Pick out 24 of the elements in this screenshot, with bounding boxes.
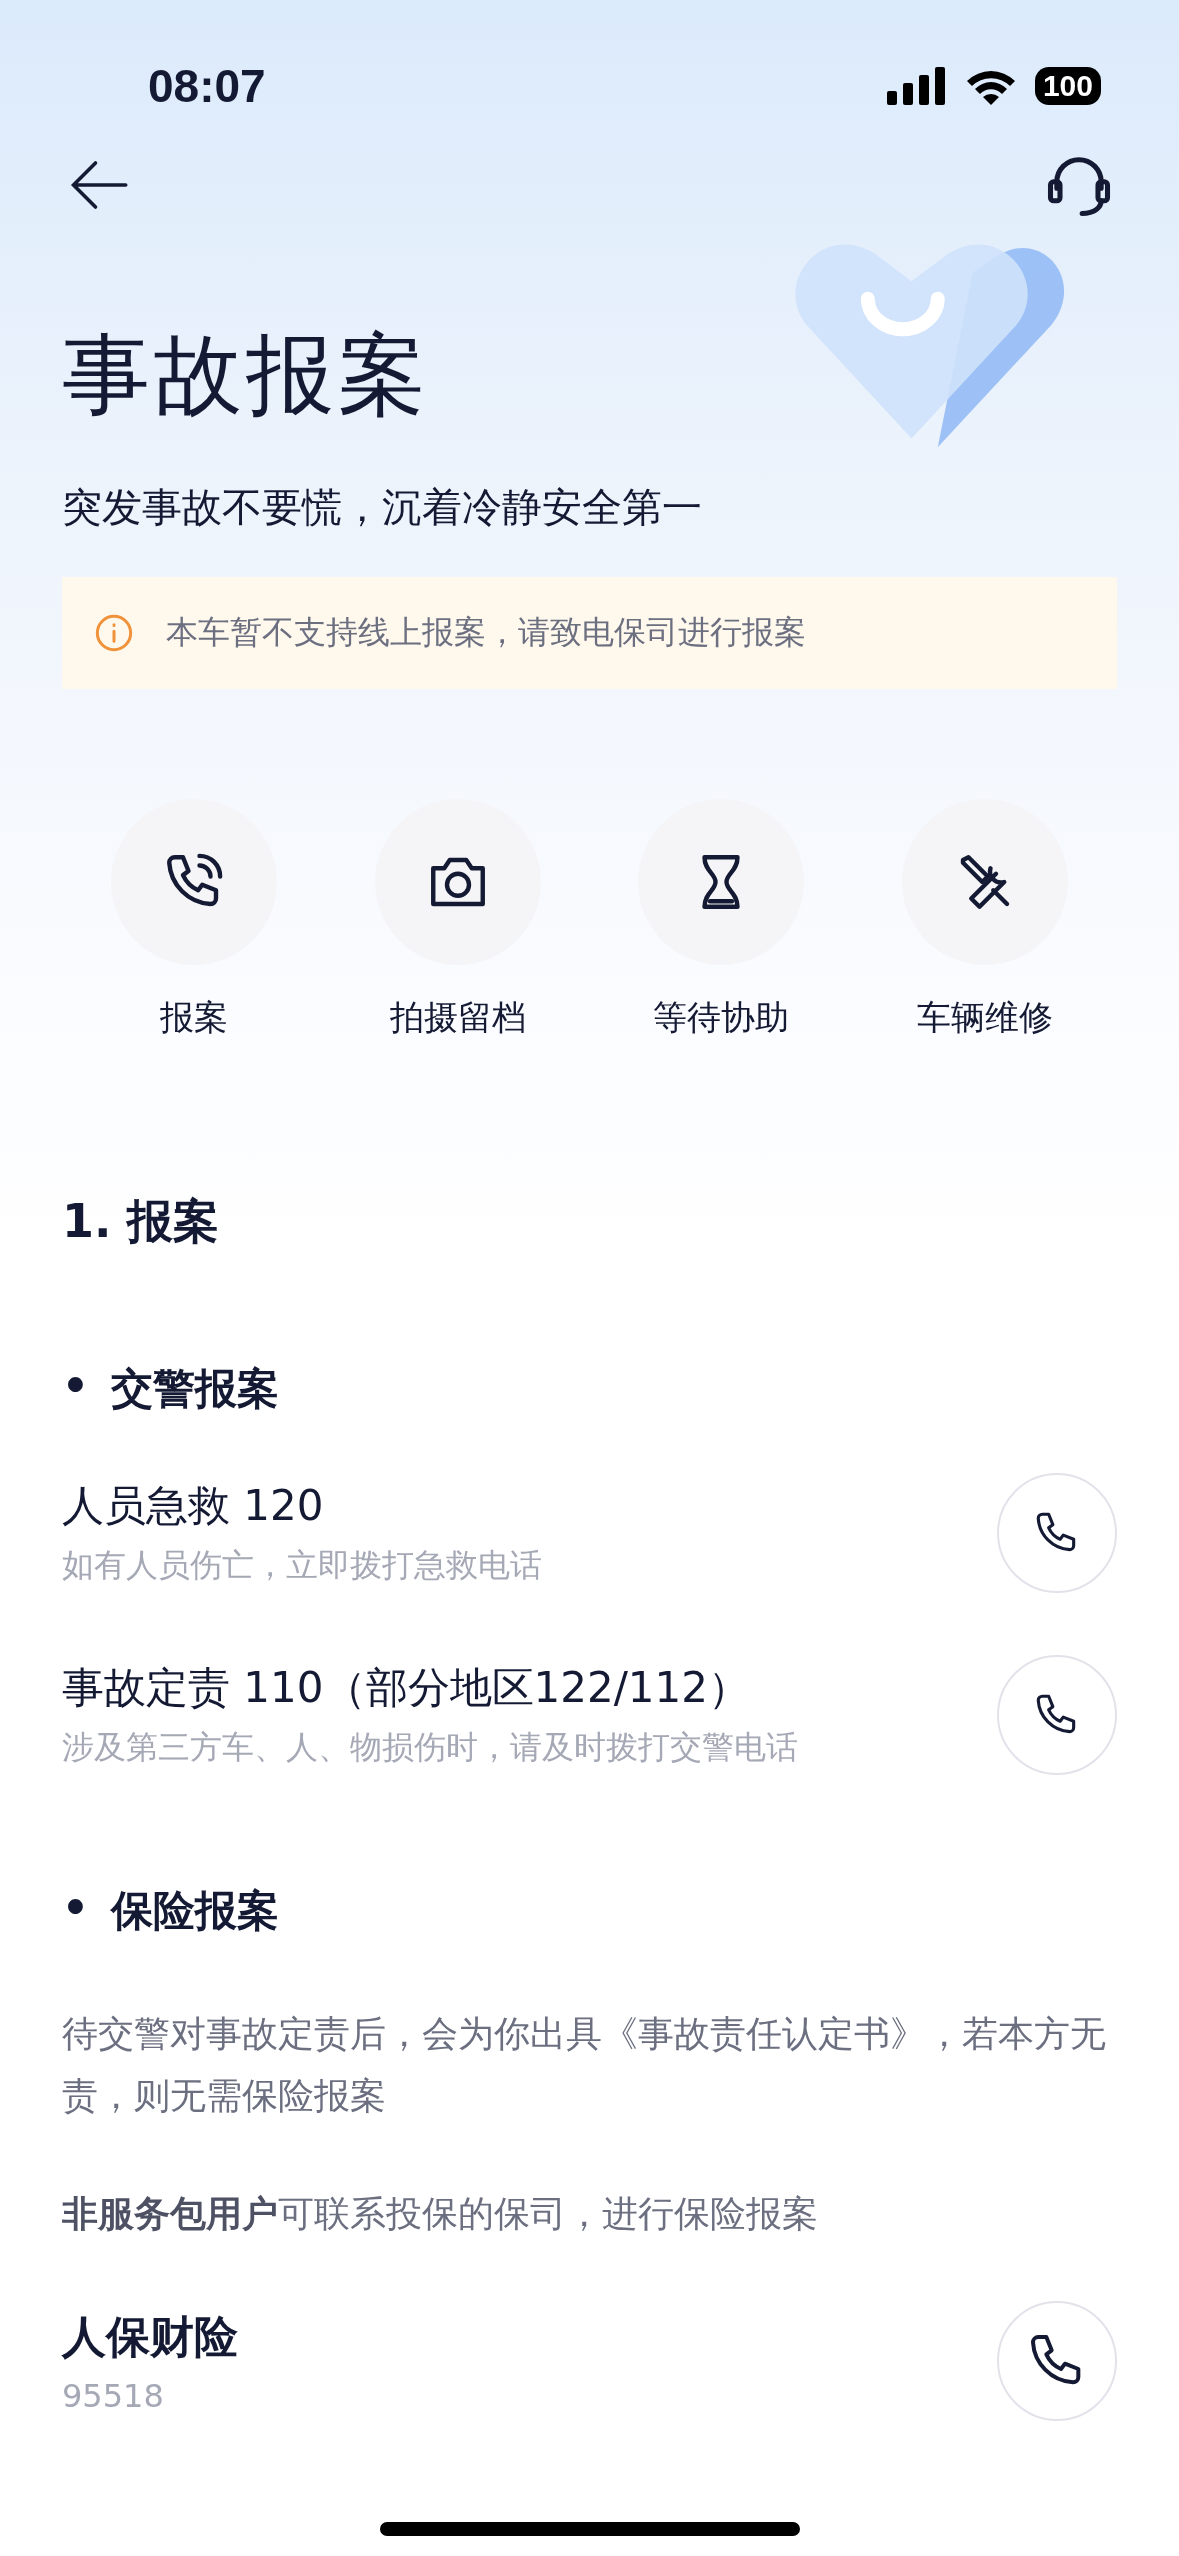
bullet: • [62,1883,89,1934]
status-time: 08:07 [148,59,266,113]
battery-level: 100 [1034,67,1101,105]
step-label: 报案 [159,996,228,1039]
signal-icon [886,67,947,105]
info-paragraph: 待交警对事故定责后，会为你出具《事故责任认定书》，若本方无责，则无需保险报案 [62,2012,1107,2118]
page-title: 事故报案 [62,322,430,428]
contact-title: 事故定责 110（部分地区122/112） [62,1662,751,1714]
bullet: • [62,1361,89,1412]
contact-subtitle: 涉及第三方车、人、物损伤时，请及时拨打交警电话 [62,1727,798,1768]
step-label: 拍摄留档 [389,996,526,1039]
contact-title: 人保财险 [62,2309,238,2364]
info-icon [94,613,134,653]
contact-subtitle: 95518 [62,2376,165,2415]
step-label: 等待协助 [653,996,790,1039]
section-heading: 1. 报案 [62,1193,221,1250]
info-paragraph: 非服务包用户可联系投保的保司，进行保险报案 [62,2192,819,2236]
contact-title: 人员急救 120 [62,1480,325,1532]
subsection-heading: 保险报案 [110,1885,279,1937]
contact-subtitle: 如有人员伤亡，立即拨打急救电话 [62,1545,542,1586]
subsection-heading: 交警报案 [110,1363,279,1415]
page-subtitle: 突发事故不要慌，沉着冷静安全第一 [62,483,703,532]
notice-text: 本车暂不支持线上报案，请致电保司进行报案 [166,612,806,653]
step-label: 车辆维修 [917,996,1054,1039]
